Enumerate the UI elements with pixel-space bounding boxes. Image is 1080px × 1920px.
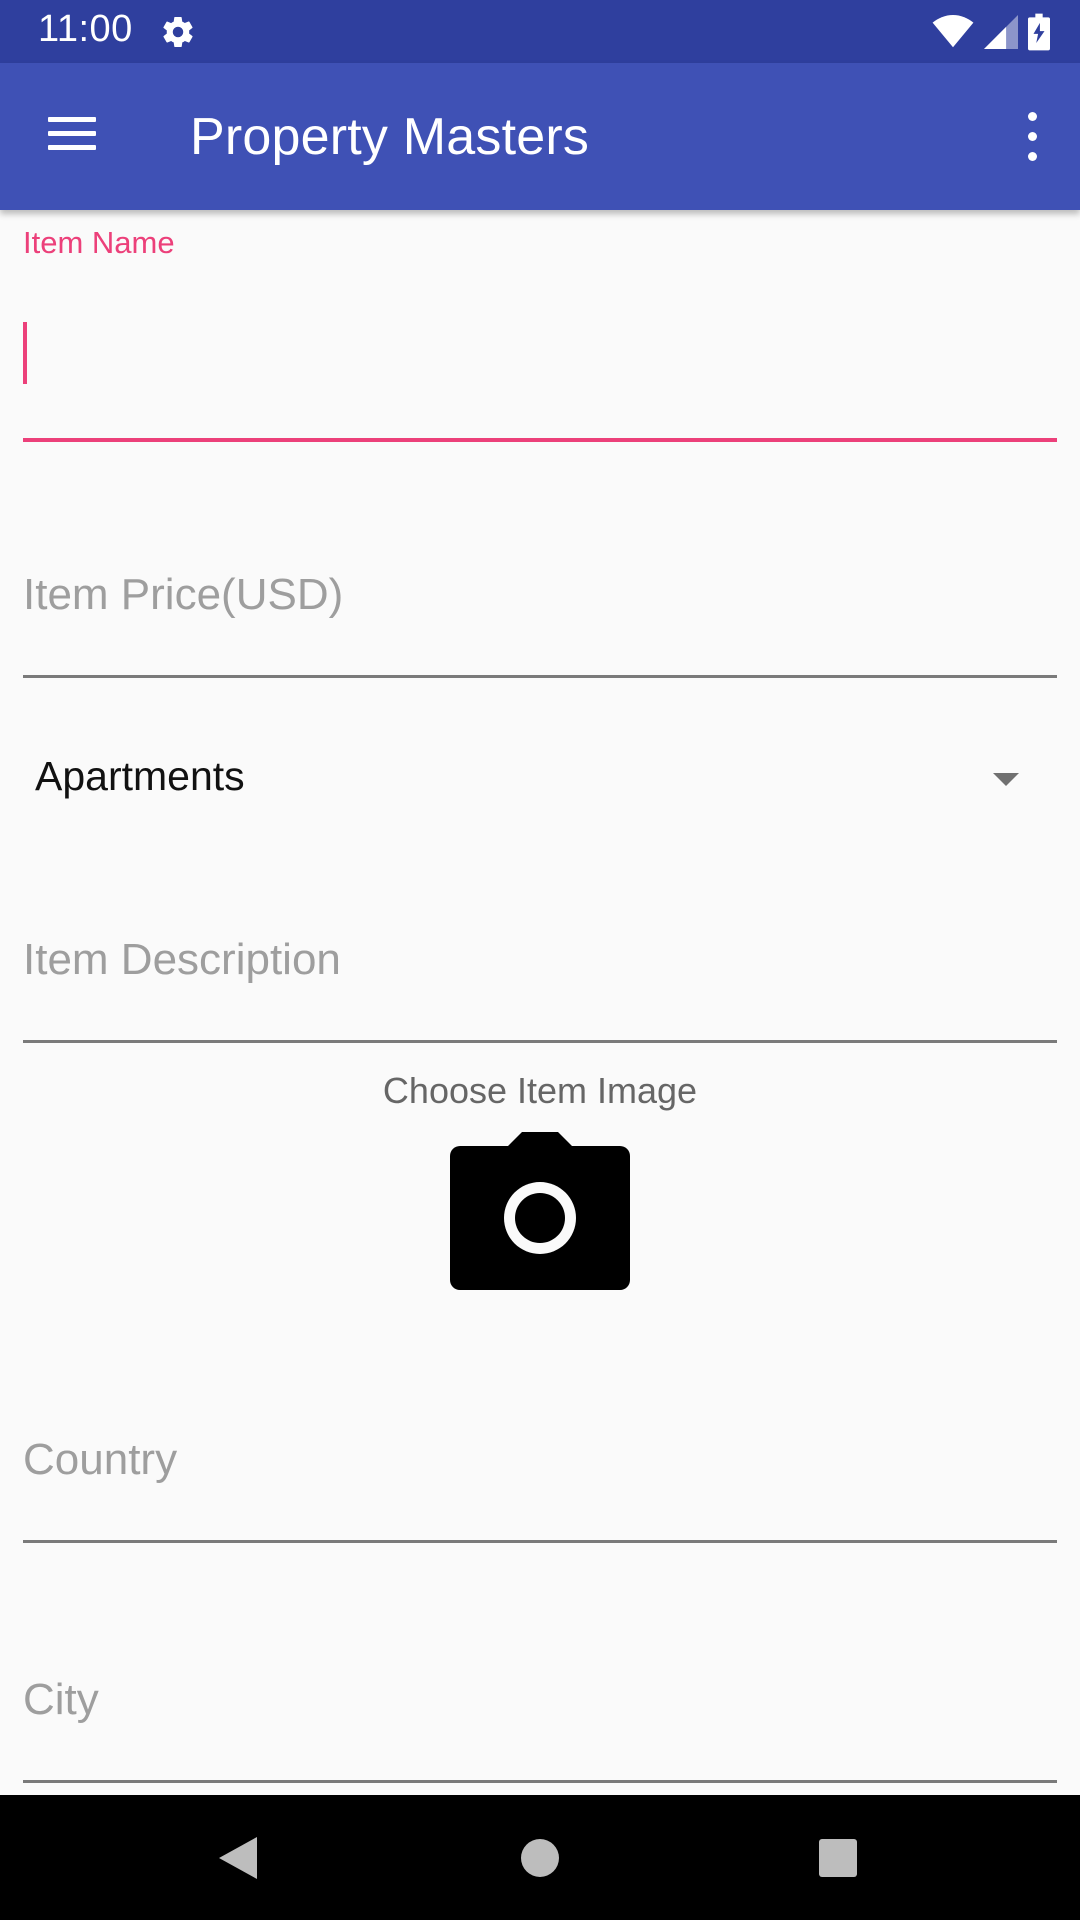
status-bar: 11:00 (0, 0, 1080, 63)
item-name-underline (23, 438, 1057, 442)
item-description-placeholder: Item Description (23, 935, 341, 984)
gear-icon (163, 17, 193, 48)
page-title: Property Masters (190, 108, 590, 166)
item-name-label: Item Name (23, 225, 175, 260)
category-dropdown[interactable]: Apartments (23, 725, 1057, 825)
choose-image-label: Choose Item Image (382, 1070, 698, 1111)
item-price-field[interactable]: Item Price(USD) (23, 510, 1057, 690)
more-vertical-icon[interactable] (1014, 108, 1050, 168)
battery-charging-icon (1028, 13, 1050, 51)
app-bar: Property Masters (0, 63, 1080, 210)
camera-icon[interactable] (450, 1130, 630, 1290)
country-underline (23, 1540, 1057, 1543)
text-cursor (23, 322, 27, 384)
item-description-field[interactable]: Item Description (23, 875, 1057, 1055)
city-underline (23, 1780, 1057, 1783)
item-description-underline (23, 1040, 1057, 1043)
status-icons (932, 12, 1050, 52)
city-placeholder: City (23, 1675, 99, 1724)
home-circle-icon[interactable] (515, 1833, 565, 1883)
category-selected-value: Apartments (35, 753, 245, 799)
status-time: 11:00 (38, 8, 133, 50)
property-form: Item Name Item Price(USD) Apartments Ite… (0, 210, 1080, 1795)
city-field[interactable]: City (23, 1615, 1057, 1795)
hamburger-menu-icon[interactable] (42, 109, 102, 161)
signal-icon (984, 15, 1018, 49)
item-name-field[interactable]: Item Name (23, 210, 1057, 445)
wifi-icon (932, 15, 974, 48)
back-triangle-icon[interactable] (213, 1833, 263, 1883)
recents-square-icon[interactable] (813, 1833, 863, 1883)
country-field[interactable]: Country (23, 1375, 1057, 1555)
dropdown-arrow-icon (993, 773, 1019, 786)
navigation-bar (0, 1795, 1080, 1920)
item-price-underline (23, 675, 1057, 678)
item-price-placeholder: Item Price(USD) (23, 570, 344, 619)
country-placeholder: Country (23, 1435, 178, 1484)
